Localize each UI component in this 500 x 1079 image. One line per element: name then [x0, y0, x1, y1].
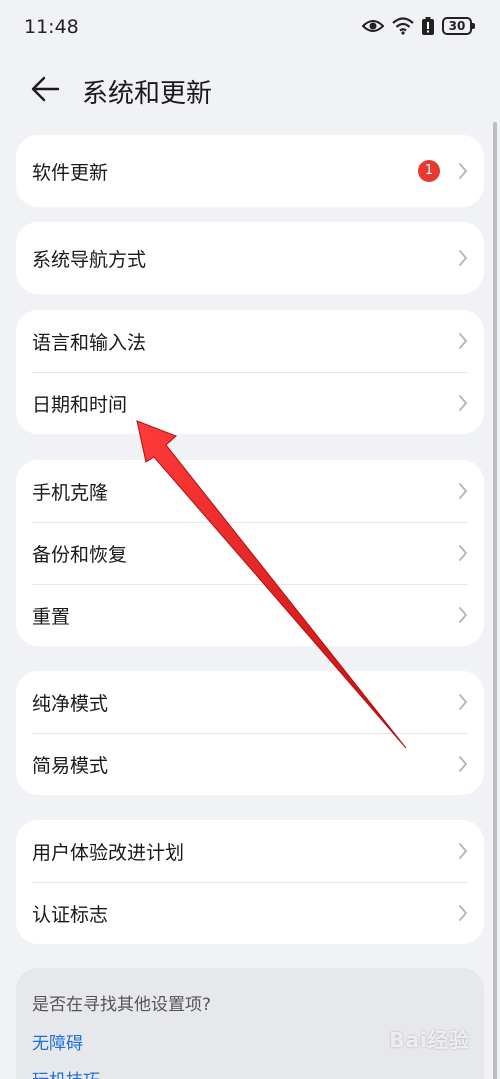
date-time-item[interactable]: 日期和时间 — [16, 372, 484, 434]
software-update-label: 软件更新 — [32, 161, 109, 184]
status-icons: 30 — [362, 17, 475, 35]
settings-screen: 11:48 30 系统和更新 软件更新 1 系统导航方式 语言和输入法 日期和时… — [0, 0, 500, 1079]
scrollbar[interactable] — [493, 122, 497, 1079]
phone-clone-item[interactable]: 手机克隆 — [16, 460, 484, 522]
chevron-right-icon — [459, 843, 467, 859]
chevron-right-icon — [459, 905, 467, 921]
backup-restore-label: 备份和恢复 — [32, 543, 128, 566]
date-time-label: 日期和时间 — [32, 393, 128, 416]
chevron-right-icon — [459, 545, 467, 561]
page-title: 系统和更新 — [82, 79, 213, 109]
language-input-item[interactable]: 语言和输入法 — [16, 310, 484, 372]
settings-group-experience: 用户体验改进计划 认证标志 — [16, 820, 484, 944]
settings-group-software: 软件更新 1 — [16, 135, 484, 207]
arrow-left-icon[interactable] — [30, 74, 62, 104]
phone-clone-label: 手机克隆 — [32, 481, 109, 504]
reset-label: 重置 — [32, 605, 71, 628]
chevron-right-icon — [459, 483, 467, 499]
simple-mode-label: 简易模式 — [32, 754, 109, 777]
tips-link[interactable]: 玩机技巧 — [32, 1066, 468, 1079]
user-experience-label: 用户体验改进计划 — [32, 841, 185, 864]
chevron-right-icon — [459, 395, 467, 411]
software-update-item[interactable]: 软件更新 1 — [16, 135, 484, 207]
settings-group-language: 语言和输入法 日期和时间 — [16, 310, 484, 434]
suggestions-title: 是否在寻找其他设置项? — [32, 995, 212, 1015]
certification-label: 认证标志 — [32, 903, 109, 926]
settings-group-backup: 手机克隆 备份和恢复 重置 — [16, 460, 484, 646]
battery-icon: 30 — [442, 17, 475, 35]
pure-mode-label: 纯净模式 — [32, 692, 109, 715]
chevron-right-icon — [459, 163, 467, 179]
system-navigation-label: 系统导航方式 — [32, 248, 147, 271]
settings-group-navigation: 系统导航方式 — [16, 222, 484, 294]
reset-item[interactable]: 重置 — [16, 584, 484, 646]
chevron-right-icon — [459, 607, 467, 623]
chevron-right-icon — [459, 694, 467, 710]
settings-group-modes: 纯净模式 简易模式 — [16, 671, 484, 795]
backup-restore-item[interactable]: 备份和恢复 — [16, 522, 484, 584]
status-bar: 11:48 30 — [0, 0, 500, 56]
chevron-right-icon — [459, 756, 467, 772]
eye-icon — [362, 18, 384, 34]
watermark: Bai经验 — [389, 1028, 470, 1052]
chevron-right-icon — [459, 250, 467, 266]
language-input-label: 语言和输入法 — [32, 331, 147, 354]
battery-alert-icon — [422, 17, 434, 35]
status-time: 11:48 — [24, 16, 79, 38]
chevron-right-icon — [459, 333, 467, 349]
wifi-icon — [392, 17, 414, 35]
certification-item[interactable]: 认证标志 — [16, 882, 484, 944]
simple-mode-item[interactable]: 简易模式 — [16, 733, 484, 795]
update-count-badge: 1 — [418, 160, 440, 182]
title-bar: 系统和更新 — [0, 60, 500, 118]
system-navigation-item[interactable]: 系统导航方式 — [16, 222, 484, 294]
user-experience-item[interactable]: 用户体验改进计划 — [16, 820, 484, 882]
pure-mode-item[interactable]: 纯净模式 — [16, 671, 484, 733]
